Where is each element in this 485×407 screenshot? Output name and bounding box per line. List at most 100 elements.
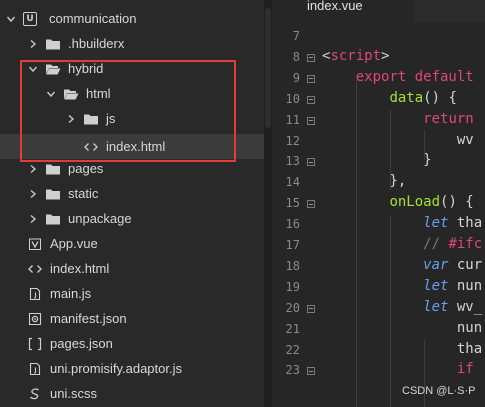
folder-icon	[83, 112, 99, 126]
chevron-down-icon[interactable]	[27, 63, 39, 75]
code-file-icon	[83, 140, 99, 154]
folder-icon	[45, 37, 61, 51]
line-number: 20	[285, 300, 300, 315]
tree-item-label: main.js	[50, 286, 92, 301]
code-line: let wv_	[423, 298, 483, 315]
tree-item-html[interactable]: html	[0, 81, 264, 106]
fold-toggle-icon[interactable]	[307, 53, 315, 62]
js-file-icon	[27, 362, 43, 376]
chevron-right-icon[interactable]	[27, 188, 39, 200]
chevron-right-icon[interactable]	[27, 213, 39, 225]
tree-item-label: .hbuilderx	[68, 36, 125, 51]
code-line: <script>	[322, 47, 390, 64]
code-line: if	[456, 361, 474, 378]
folder-icon	[45, 162, 61, 176]
line-number-gutter: 7 8 9 10 11 12 13 14 15 16 17 18 19 20 21 22 23	[272, 22, 318, 407]
tree-item-label: uni.promisify.adaptor.js	[50, 361, 182, 376]
fold-toggle-icon[interactable]	[307, 367, 315, 376]
fold-toggle-icon[interactable]	[307, 200, 315, 209]
tree-item-label: uni.scss	[50, 386, 97, 401]
line-number: 13	[285, 154, 300, 169]
indent-guide	[390, 215, 391, 407]
line-number: 21	[285, 321, 300, 336]
code-line: let tha	[423, 215, 483, 232]
tree-item-label: static	[68, 186, 99, 201]
code-line: return	[423, 110, 474, 127]
code-line: tha	[322, 340, 483, 357]
tree-item-label: manifest.json	[50, 311, 127, 326]
tree-item-label: index.html	[106, 139, 166, 154]
scrollbar-thumb[interactable]	[265, 8, 271, 128]
tree-item-label: hybrid	[68, 61, 104, 76]
scss-file-icon	[27, 387, 43, 401]
line-number: 7	[292, 29, 300, 43]
line-number: 11	[285, 112, 300, 127]
tree-item-static[interactable]: static	[0, 181, 264, 206]
code-line: },	[322, 173, 407, 190]
tree-item-label: html	[86, 86, 111, 101]
line-number: 23	[285, 363, 300, 378]
tree-item-label: js	[106, 111, 116, 126]
indent-guide	[356, 80, 357, 407]
tree-item-main-js[interactable]: main.js	[0, 281, 264, 306]
tab-title: index.vue	[307, 0, 363, 13]
tree-item-app-vue[interactable]: App.vue	[0, 231, 264, 256]
line-number: 17	[285, 238, 300, 252]
code-line: export default	[355, 68, 474, 85]
gear-file-icon	[27, 312, 43, 326]
fold-toggle-icon[interactable]	[307, 95, 315, 104]
tree-item-uni-scss[interactable]: uni.scss	[0, 381, 264, 406]
tree-item-label: pages.json	[50, 336, 113, 351]
fold-toggle-icon[interactable]	[307, 158, 315, 167]
tree-item-hbuilderx[interactable]: .hbuilderx	[0, 31, 264, 56]
code-file-icon	[27, 262, 43, 276]
chevron-right-icon[interactable]	[27, 163, 39, 175]
tree-item-hybrid[interactable]: hybrid	[0, 56, 264, 81]
folder-open-icon	[45, 62, 61, 76]
line-number: 19	[285, 279, 300, 294]
explorer-scrollbar[interactable]	[264, 0, 272, 407]
line-number: 14	[285, 175, 300, 190]
project-root-icon: U	[23, 11, 37, 26]
line-number: 22	[285, 342, 300, 357]
chevron-down-icon[interactable]	[45, 88, 57, 100]
line-number: 12	[285, 133, 300, 148]
tree-item-js[interactable]: js	[0, 106, 264, 131]
tree-item-label: communication	[49, 11, 137, 26]
folder-icon	[45, 187, 61, 201]
tree-item-communication[interactable]: Ucommunication	[0, 6, 264, 31]
js-file-icon	[27, 287, 43, 301]
code-editor[interactable]: index.vue 7 8 9 10 11 12 13 14 15 16 17 18 19 20 21 22 2…	[272, 0, 485, 407]
tree-item-pages[interactable]: pages	[0, 156, 264, 181]
fold-toggle-icon[interactable]	[307, 116, 315, 125]
tree-item-label: pages	[68, 161, 104, 176]
line-number: 10	[285, 91, 300, 106]
code-line: nun	[322, 319, 483, 336]
bracket-file-icon	[27, 337, 43, 351]
line-number: 18	[285, 258, 300, 273]
watermark: CSDN @L·S·P	[402, 385, 476, 397]
code-line: wv	[322, 131, 474, 148]
tree-item-manifest-json[interactable]: manifest.json	[0, 306, 264, 331]
tree-item-label: App.vue	[50, 236, 98, 251]
chevron-right-icon[interactable]	[65, 113, 77, 125]
file-explorer: Ucommunication .hbuilderx hybrid html js inde…	[0, 0, 264, 407]
fold-toggle-icon[interactable]	[307, 304, 315, 313]
tree-item-label: unpackage	[68, 211, 132, 226]
code-line: var cur	[423, 256, 483, 273]
tree-item-label: index.html	[50, 261, 110, 276]
chevron-right-icon[interactable]	[27, 38, 39, 50]
tree-item-uni-promisify-adaptor-js[interactable]: uni.promisify.adaptor.js	[0, 356, 264, 381]
code-line: onLoad() {	[389, 194, 474, 211]
tree-item-unpackage[interactable]: unpackage	[0, 206, 264, 231]
chevron-down-icon[interactable]	[5, 13, 17, 25]
tab-index-vue[interactable]: index.vue	[272, 0, 414, 22]
tree-item-index-html[interactable]: index.html	[0, 256, 264, 281]
tree-item-pages-json[interactable]: pages.json	[0, 331, 264, 356]
folder-icon	[45, 212, 61, 226]
line-number: 16	[285, 217, 300, 232]
fold-toggle-icon[interactable]	[307, 74, 315, 83]
indent-guide	[390, 110, 391, 190]
line-number: 9	[292, 70, 300, 85]
vue-file-icon	[27, 237, 43, 251]
